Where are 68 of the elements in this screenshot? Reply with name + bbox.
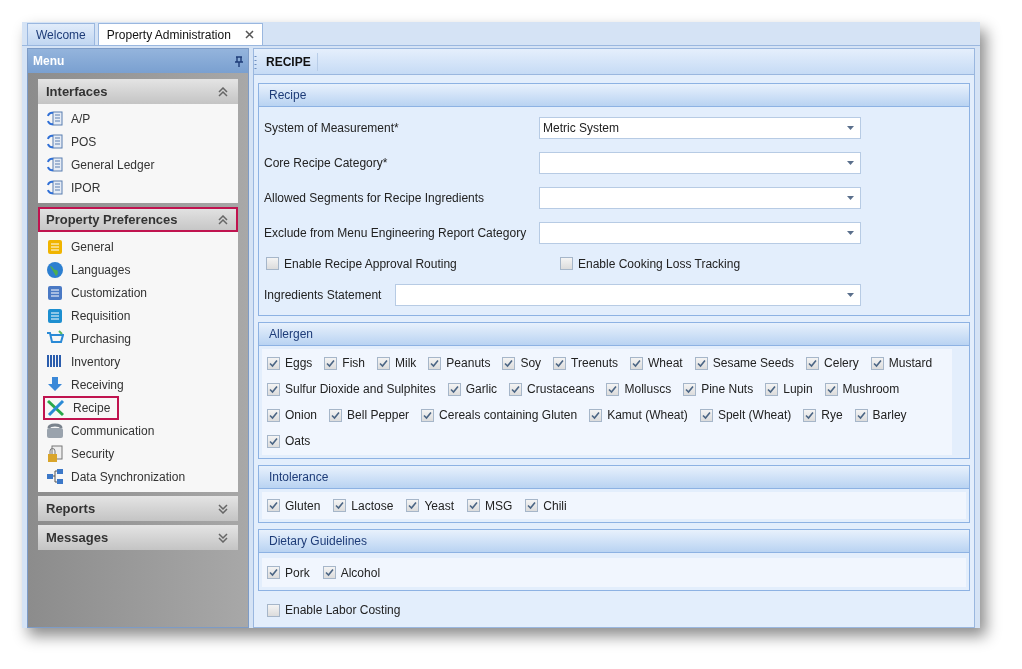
checkbox[interactable]: Enable Cooking Loss Tracking (560, 254, 741, 273)
tab[interactable]: Property Administration (97, 23, 263, 45)
checkbox[interactable]: Enable Labor Costing (267, 601, 970, 619)
checkbox[interactable]: Sesame Seeds (694, 354, 795, 372)
menu-item[interactable]: General Ledger (46, 156, 161, 174)
menu-item[interactable]: Security (46, 445, 121, 463)
group-header: Intolerance (259, 466, 969, 489)
menu-title: Menu (33, 53, 65, 70)
menu-item[interactable]: Requisition (46, 307, 137, 325)
group-header: Dietary Guidelines (259, 530, 969, 553)
checkbox[interactable]: Eggs (267, 354, 313, 372)
checkbox[interactable]: Pine Nuts (683, 380, 754, 398)
checkbox[interactable]: Alcohol (322, 563, 381, 582)
checkbox[interactable]: Garlic (447, 380, 498, 398)
group-header: Recipe (259, 84, 969, 107)
menu-item[interactable]: Languages (46, 261, 137, 279)
checkbox[interactable]: Gluten (267, 496, 321, 515)
menu-item[interactable]: Inventory (46, 353, 127, 371)
menu-item[interactable]: Customization (46, 284, 154, 302)
group-header[interactable]: Property Preferences (38, 207, 238, 232)
checkbox[interactable]: Wheat (630, 354, 683, 372)
menu-item[interactable]: POS (46, 133, 103, 151)
field-label: Core Recipe Category* (264, 154, 389, 172)
checkbox[interactable]: Mustard (870, 354, 933, 372)
checkbox[interactable]: Lactose (333, 496, 394, 515)
menu-item[interactable]: Receiving (46, 376, 130, 394)
field-label: System of Measurement* (264, 119, 400, 137)
checkbox[interactable]: Enable Recipe Approval Routing (266, 254, 560, 273)
checkbox[interactable]: Mushroom (824, 380, 900, 398)
group-header[interactable]: Messages (38, 525, 238, 550)
checkbox[interactable]: Milk (377, 354, 417, 372)
menu-item[interactable]: Recipe (46, 399, 117, 417)
menu-item[interactable]: IPOR (46, 179, 107, 197)
checkbox[interactable]: Chili (525, 496, 567, 515)
checkbox[interactable]: Kamut (Wheat) (589, 406, 688, 424)
checkbox[interactable]: Pork (267, 563, 310, 582)
menu-item[interactable]: General (46, 238, 120, 256)
tab[interactable]: Welcome (27, 23, 95, 45)
checkbox[interactable]: Yeast (406, 496, 454, 515)
group-header[interactable]: Reports (38, 496, 238, 521)
checkbox[interactable]: Bell Pepper (329, 406, 410, 424)
checkbox[interactable]: Spelt (Wheat) (699, 406, 792, 424)
group-header: Allergen (259, 323, 969, 346)
field-label: Allowed Segments for Recipe Ingredients (264, 189, 486, 207)
checkbox[interactable]: Peanuts (428, 354, 491, 372)
checkbox[interactable]: Soy (502, 354, 542, 372)
checkbox[interactable]: Crustaceans (509, 380, 595, 398)
checkbox[interactable]: Barley (854, 406, 907, 424)
checkbox[interactable]: Molluscs (606, 380, 672, 398)
checkbox[interactable]: Oats (267, 432, 311, 450)
checkbox[interactable]: Cereals containing Gluten (421, 406, 578, 424)
checkbox[interactable]: Lupin (765, 380, 813, 398)
checkbox[interactable]: Fish (324, 354, 366, 372)
checkbox[interactable]: Celery (806, 354, 859, 372)
checkbox[interactable]: Onion (267, 406, 318, 424)
toolbar-title: RECIPE (266, 52, 318, 71)
field-label: Exclude from Menu Engineering Report Category (264, 224, 528, 242)
menu-item[interactable]: Data Synchronization (46, 468, 192, 486)
checkbox[interactable]: Treenuts (553, 354, 618, 372)
checkbox[interactable]: Rye (803, 406, 843, 424)
menu-item[interactable]: Purchasing (46, 330, 138, 348)
menu-item[interactable]: A/P (46, 110, 97, 128)
group-header[interactable]: Interfaces (38, 79, 238, 104)
checkbox[interactable]: MSG (467, 496, 513, 515)
checkbox[interactable]: Sulfur Dioxide and Sulphites (267, 380, 436, 398)
dropdown[interactable]: Metric System (539, 116, 861, 139)
menu-item[interactable]: Communication (46, 422, 161, 440)
field-label: Ingredients Statement (264, 286, 383, 304)
